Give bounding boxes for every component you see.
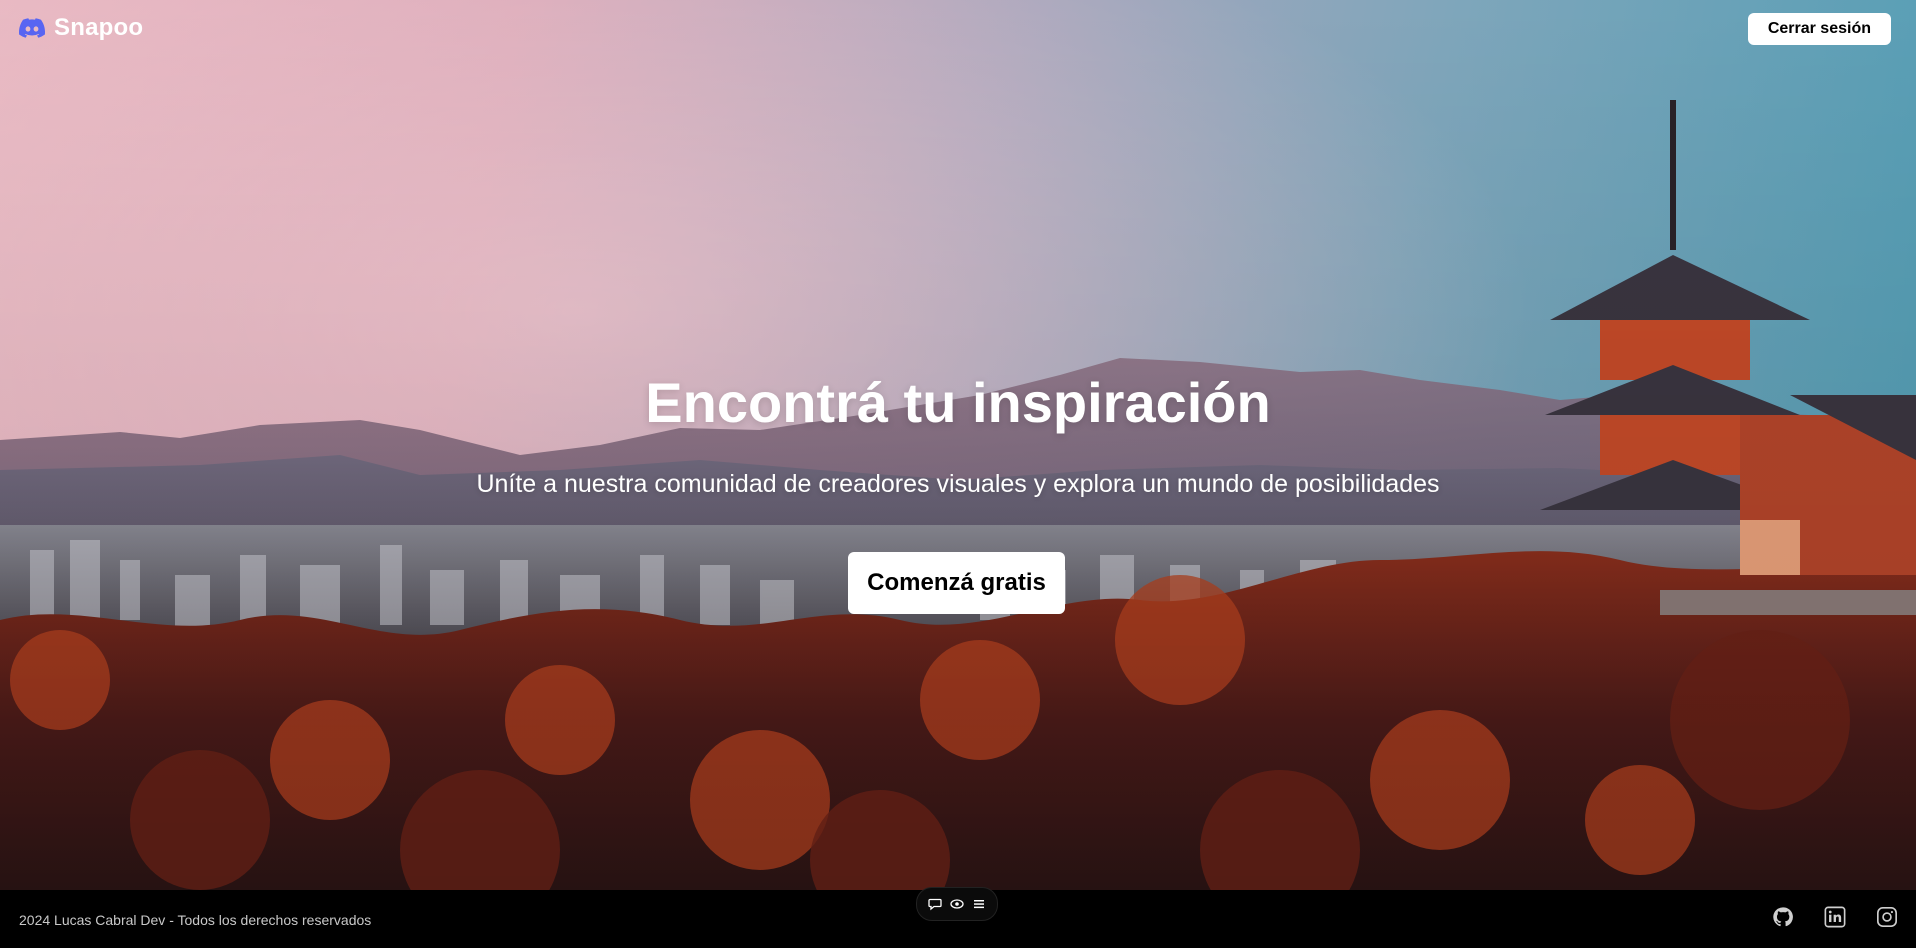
brand-logo-link[interactable]: Snapoo [19,14,143,42]
copyright-text: 2024 Lucas Cabral Dev - Todos los derech… [19,912,372,928]
instagram-icon[interactable] [1876,906,1898,928]
floating-toolbar [916,887,998,921]
footer: 2024 Lucas Cabral Dev - Todos los derech… [0,887,1916,948]
hero-subtitle: Uníte a nuestra comunidad de creadores v… [476,470,1440,498]
hero-title: Encontrá tu inspiración [645,371,1271,434]
menu-icon[interactable] [972,897,986,911]
social-links [1772,906,1898,928]
eye-icon[interactable] [950,897,964,911]
hero-overlay [0,0,1916,890]
hero-background [0,0,1916,890]
top-navbar: Snapoo Cerrar sesión [0,0,1916,58]
logout-button[interactable]: Cerrar sesión [1747,13,1891,45]
github-icon[interactable] [1772,906,1794,928]
discord-icon [19,15,46,41]
brand-name: Snapoo [54,14,144,41]
comment-icon[interactable] [928,897,942,911]
linkedin-icon[interactable] [1824,906,1846,928]
start-free-button[interactable]: Comenzá gratis [848,552,1065,614]
page: Snapoo Cerrar sesión Encontrá tu inspira… [0,0,1916,948]
